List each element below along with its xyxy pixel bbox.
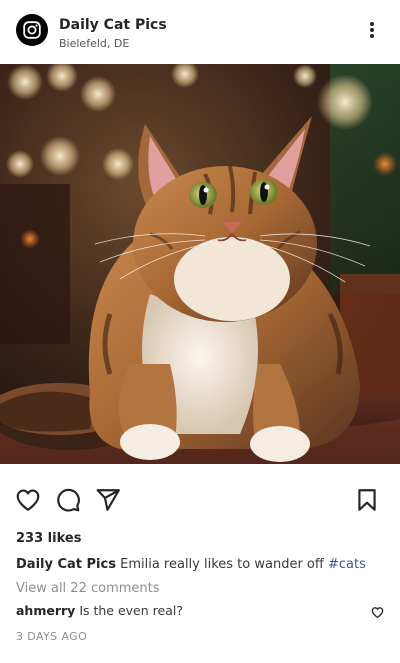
hashtag-link[interactable]: #cats — [328, 557, 366, 572]
instagram-icon — [23, 21, 41, 39]
save-button[interactable] — [354, 487, 380, 513]
comment-text: Is the even real? — [79, 603, 183, 618]
post-caption: Daily Cat Pics Emilia really likes to wa… — [16, 557, 366, 572]
instagram-post: Daily Cat Pics Bielefeld, DE 233 likes D… — [0, 0, 400, 663]
heart-icon — [371, 607, 384, 619]
share-button[interactable] — [95, 487, 121, 513]
avatar[interactable] — [16, 14, 48, 46]
more-vertical-icon[interactable] — [360, 18, 384, 42]
comment-button[interactable] — [55, 487, 81, 513]
comment-like-button[interactable] — [371, 604, 384, 619]
view-all-comments-link[interactable]: View all 22 comments — [16, 581, 160, 596]
comment-username[interactable]: ahmerry — [16, 603, 75, 618]
post-timestamp: 3 DAYS AGO — [16, 630, 88, 643]
post-username[interactable]: Daily Cat Pics — [59, 17, 167, 33]
comment-bubble-icon — [57, 488, 80, 512]
heart-icon — [16, 489, 40, 511]
tabby-cat-photo — [0, 64, 400, 464]
comment-item: ahmerry Is the even real? — [16, 603, 183, 618]
likes-count[interactable]: 233 likes — [16, 531, 81, 546]
post-image[interactable] — [0, 64, 400, 464]
post-header: Daily Cat Pics Bielefeld, DE — [0, 0, 400, 64]
like-button[interactable] — [15, 487, 41, 513]
post-location[interactable]: Bielefeld, DE — [59, 37, 129, 50]
bookmark-icon — [358, 489, 376, 511]
caption-username[interactable]: Daily Cat Pics — [16, 557, 116, 572]
send-paper-plane-icon — [96, 489, 120, 511]
caption-text: Emilia really likes to wander off — [120, 557, 324, 572]
